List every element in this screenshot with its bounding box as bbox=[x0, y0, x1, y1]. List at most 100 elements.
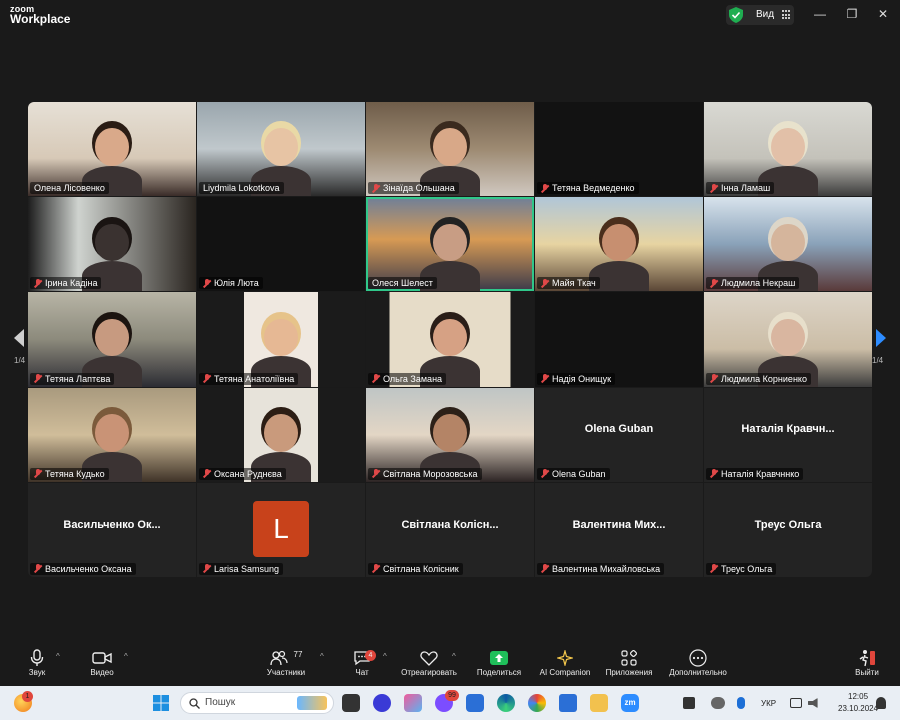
close-button[interactable]: ✕ bbox=[876, 7, 890, 21]
mic-muted-icon bbox=[710, 469, 718, 478]
copilot-icon[interactable] bbox=[373, 694, 391, 712]
share-button[interactable]: Поделиться bbox=[474, 648, 524, 677]
zoom-taskbar-icon[interactable]: zm bbox=[621, 694, 639, 712]
network-icon[interactable] bbox=[790, 698, 802, 708]
participant-nameplate: Людмила Некраш bbox=[706, 277, 800, 290]
participant-nameplate: Ольга Замана bbox=[368, 372, 447, 385]
participant-tile[interactable]: Олена Лісовенко bbox=[28, 102, 196, 197]
participant-nameplate: Тетяна Лаптєва bbox=[30, 372, 115, 385]
leave-button[interactable]: Выйти bbox=[852, 648, 882, 677]
tray-chevron-icon[interactable] bbox=[683, 697, 695, 709]
participant-name: Олена Лісовенко bbox=[34, 183, 105, 194]
store-icon[interactable] bbox=[466, 694, 484, 712]
chat-button[interactable]: Чат 4 bbox=[350, 648, 376, 677]
participant-tile[interactable]: Ірина Кадіна bbox=[28, 197, 196, 292]
participant-tile[interactable]: Юлія Люта bbox=[197, 197, 365, 292]
copilot-app-icon[interactable] bbox=[404, 694, 422, 712]
participant-tile[interactable]: Тетяна Кудько bbox=[28, 387, 196, 482]
participant-tile[interactable]: Світлана Колісн... Світлана Колісник bbox=[366, 482, 534, 577]
windows-taskbar: 1 Пошук 99 zm УКР 12:05 23.10.2024 bbox=[0, 686, 900, 720]
notification-badge: 1 bbox=[22, 691, 33, 702]
leave-icon bbox=[859, 650, 875, 667]
maximize-button[interactable]: ❐ bbox=[845, 7, 859, 21]
outlook-icon[interactable] bbox=[559, 694, 577, 712]
participant-display-name: Світлана Колісн... bbox=[401, 518, 499, 531]
mic-muted-icon bbox=[372, 469, 380, 478]
participant-name: Майя Ткач bbox=[552, 278, 596, 289]
participant-display-name: Валентина Мих... bbox=[572, 518, 666, 531]
participant-nameplate: Надія Онищук bbox=[537, 372, 616, 385]
react-button[interactable]: Отреагировать bbox=[398, 648, 460, 677]
participant-nameplate: Юлія Люта bbox=[199, 277, 263, 290]
prev-page-arrow-icon[interactable] bbox=[12, 328, 26, 348]
participant-tile[interactable]: Майя Ткач bbox=[535, 197, 703, 292]
edge-icon[interactable] bbox=[497, 694, 515, 712]
chrome-icon[interactable] bbox=[528, 694, 546, 712]
ai-companion-button[interactable]: AI Companion bbox=[536, 648, 594, 677]
apps-label: Приложения bbox=[605, 668, 653, 677]
participants-count: 77 bbox=[293, 649, 303, 659]
participant-name: Інна Ламаш bbox=[721, 183, 771, 194]
participant-tile[interactable]: Liydmila Lokotkova bbox=[197, 102, 365, 197]
participant-tile[interactable]: Інна Ламаш bbox=[704, 102, 872, 197]
participant-tile[interactable]: Олеся Шелест bbox=[366, 197, 534, 292]
clock-date[interactable]: 23.10.2024 bbox=[838, 704, 878, 713]
language-indicator[interactable]: УКР bbox=[761, 699, 776, 708]
participant-tile[interactable]: Ольга Замана bbox=[366, 292, 534, 387]
participant-tile[interactable]: Тетяна Ведмеденко bbox=[535, 102, 703, 197]
participant-tile[interactable]: Світлана Морозовська bbox=[366, 387, 534, 482]
mic-muted-icon bbox=[372, 183, 380, 193]
participant-tile[interactable]: Зінаїда Ольшана bbox=[366, 102, 534, 197]
view-button[interactable]: Вид bbox=[726, 5, 794, 25]
task-view-icon[interactable] bbox=[342, 694, 360, 712]
participant-display-name: Треус Ольга bbox=[754, 518, 822, 531]
cloud-icon[interactable] bbox=[711, 697, 725, 709]
participant-tile[interactable]: Треус Ольга Треус Ольга bbox=[704, 482, 872, 577]
react-caret-icon[interactable]: ^ bbox=[452, 652, 456, 661]
participant-tile[interactable]: Людмила Корниенко bbox=[704, 292, 872, 387]
view-label: Вид bbox=[756, 9, 775, 20]
mic-muted-icon bbox=[34, 374, 42, 383]
participant-name: Валентина Михайловська bbox=[552, 563, 661, 574]
participant-name: Ольга Замана bbox=[383, 373, 443, 384]
more-button[interactable]: Дополнительно bbox=[666, 648, 730, 677]
participant-tile[interactable]: Людмила Некраш bbox=[704, 197, 872, 292]
participant-tile[interactable]: Оксана Руднєва bbox=[197, 387, 365, 482]
participant-tile[interactable]: Тетяна Анатоліївна bbox=[197, 292, 365, 387]
participants-button[interactable]: 77 Участники bbox=[262, 648, 310, 678]
mic-tray-icon[interactable] bbox=[737, 697, 745, 709]
audio-caret-icon[interactable]: ^ bbox=[56, 652, 60, 661]
video-button[interactable]: Видео bbox=[86, 648, 118, 677]
participants-caret-icon[interactable]: ^ bbox=[320, 652, 324, 661]
sparkle-icon bbox=[557, 650, 573, 666]
clock-time[interactable]: 12:05 bbox=[848, 692, 868, 701]
participants-label: Участники bbox=[266, 668, 306, 677]
participant-name: Юлія Люта bbox=[214, 278, 259, 289]
participant-name: Тетяна Анатоліївна bbox=[214, 373, 295, 384]
video-caret-icon[interactable]: ^ bbox=[124, 652, 128, 661]
apps-button[interactable]: Приложения bbox=[603, 648, 655, 677]
participant-tile[interactable]: Наталія Кравчн... Наталія Кравчннко bbox=[704, 387, 872, 482]
windows-start-icon[interactable] bbox=[153, 695, 169, 711]
file-explorer-icon[interactable] bbox=[590, 694, 608, 712]
mic-muted-icon bbox=[203, 374, 211, 383]
participant-tile[interactable]: Тетяна Лаптєва bbox=[28, 292, 196, 387]
participant-tile[interactable]: Валентина Мих... Валентина Михайловська bbox=[535, 482, 703, 577]
chat-caret-icon[interactable]: ^ bbox=[383, 652, 387, 661]
next-page-arrow-icon[interactable] bbox=[874, 328, 888, 348]
mic-muted-icon bbox=[372, 374, 380, 383]
participant-tile[interactable]: Olena Guban Olena Guban bbox=[535, 387, 703, 482]
participant-name: Larisa Samsung bbox=[214, 563, 280, 574]
audio-button[interactable]: Звук bbox=[22, 648, 52, 677]
participant-video-head bbox=[433, 223, 467, 262]
participant-tile[interactable]: Надія Онищук bbox=[535, 292, 703, 387]
taskbar-search[interactable]: Пошук bbox=[180, 692, 334, 714]
volume-icon[interactable] bbox=[808, 698, 818, 708]
page-indicator-left: 1/4 bbox=[14, 356, 26, 365]
participant-name: Олеся Шелест bbox=[372, 278, 433, 289]
participant-tile[interactable]: Васильченко Ок... Васильченко Оксана bbox=[28, 482, 196, 577]
notification-bell-icon[interactable] bbox=[876, 697, 886, 709]
leave-label: Выйти bbox=[855, 668, 879, 677]
minimize-button[interactable]: — bbox=[813, 7, 827, 21]
participant-tile[interactable]: L Larisa Samsung bbox=[197, 482, 365, 577]
